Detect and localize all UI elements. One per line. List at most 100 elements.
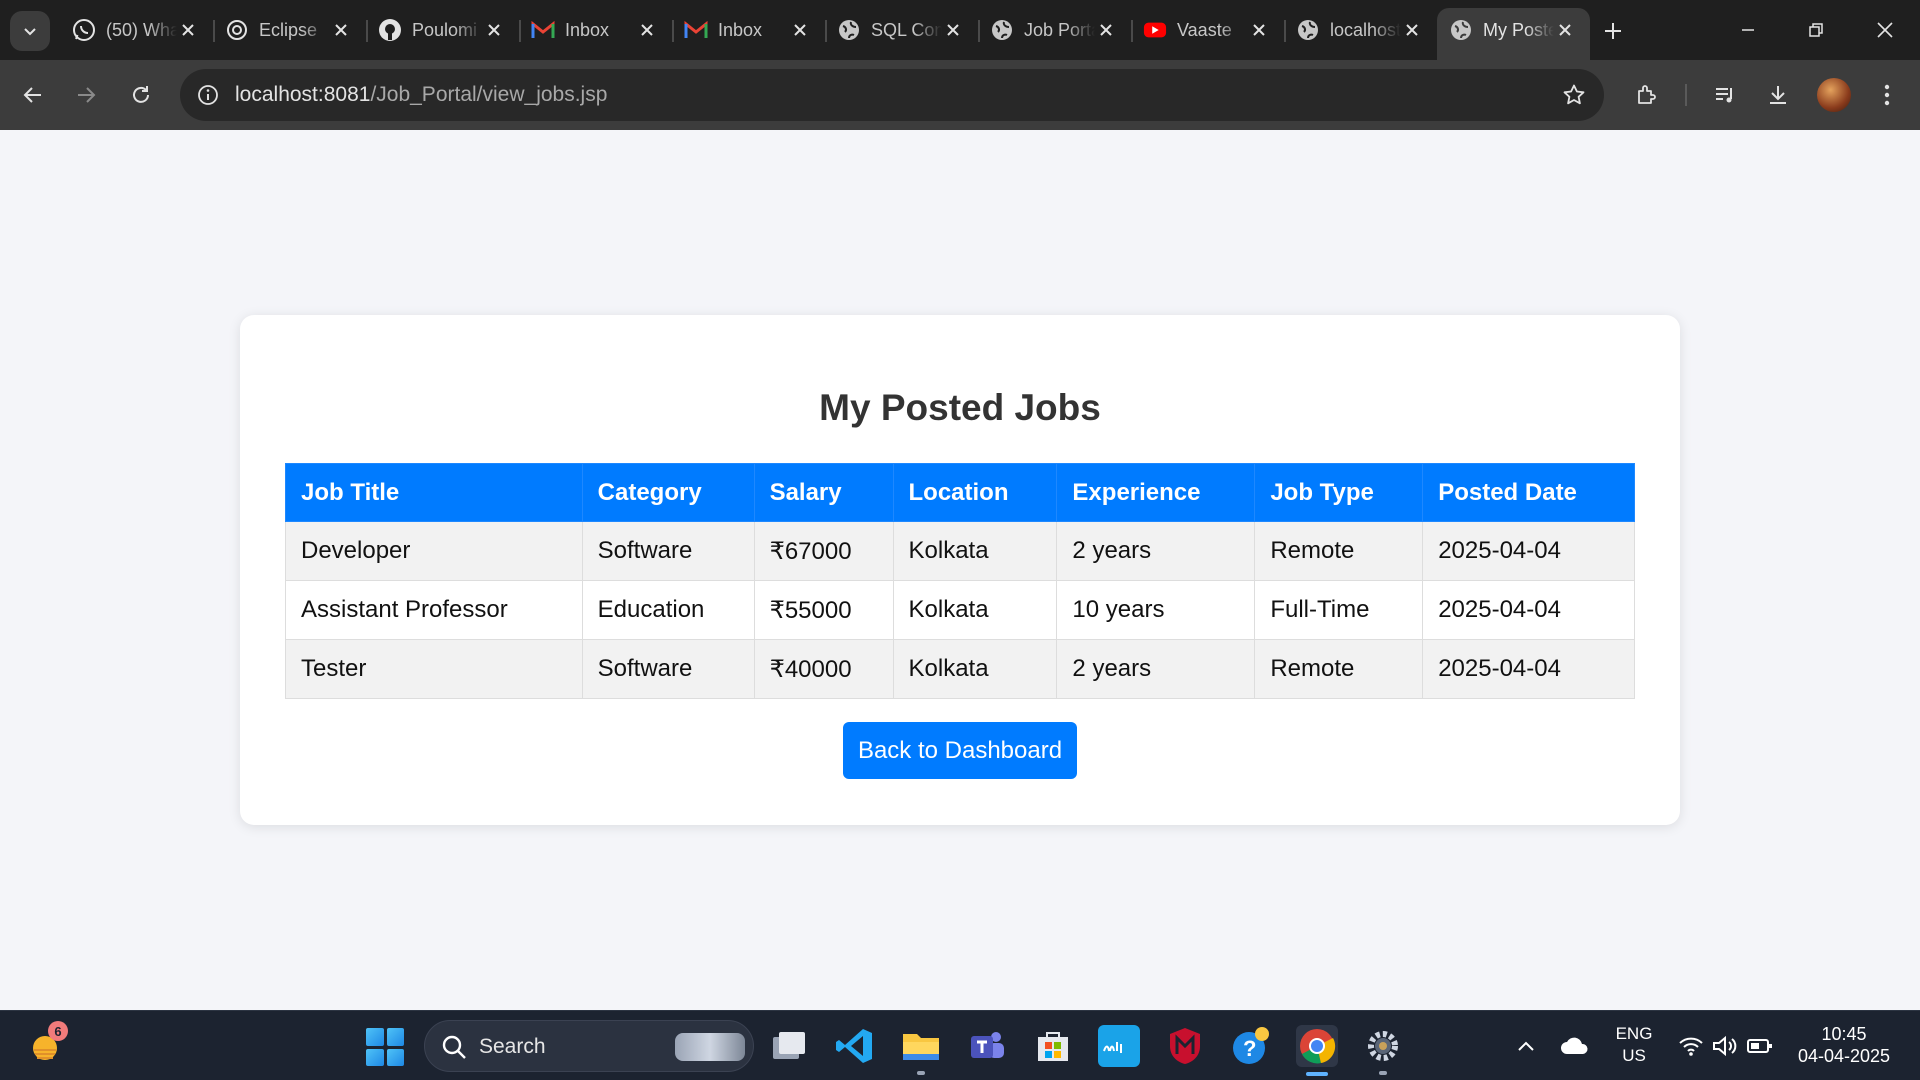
file-explorer-taskbar-icon[interactable] (900, 1025, 942, 1067)
tab-gmail-1[interactable]: Inbox (519, 8, 672, 52)
reading-list-button[interactable] (1705, 75, 1745, 115)
get-help-taskbar-icon[interactable]: ? (1230, 1025, 1272, 1067)
whatsapp-icon (72, 18, 96, 42)
close-icon[interactable] (483, 19, 505, 41)
site-info-icon[interactable] (194, 81, 222, 109)
new-tab-button[interactable] (1596, 14, 1630, 48)
column-header-job-type: Job Type (1254, 463, 1424, 522)
download-icon (1770, 86, 1786, 104)
myhp-taskbar-icon[interactable] (1098, 1025, 1140, 1067)
close-icon[interactable] (1554, 19, 1576, 41)
taskbar-search-box[interactable]: Search (424, 1020, 754, 1072)
close-icon[interactable] (942, 19, 964, 41)
task-view-icon (773, 1032, 805, 1059)
clock[interactable]: 10:45 04-04-2025 (1780, 1023, 1908, 1067)
cell-posted-date: 2025-04-04 (1422, 580, 1635, 640)
globe-icon (837, 18, 861, 42)
tab-eclipse[interactable]: Eclipse (213, 8, 366, 52)
bookmark-star-icon[interactable] (1558, 79, 1590, 111)
cell-salary: ₹55000 (753, 580, 894, 640)
tab-title: My Posted Jobs (1483, 19, 1554, 40)
close-icon[interactable] (636, 19, 658, 41)
address-bar[interactable]: localhost:8081/Job_Portal/view_jobs.jsp (180, 69, 1604, 121)
tab-title: Vaaste (1177, 19, 1232, 40)
url-text[interactable]: localhost:8081/Job_Portal/view_jobs.jsp (235, 83, 607, 107)
volume-tray-icon[interactable] (1706, 1025, 1742, 1067)
tab-title: Eclipse (259, 19, 318, 40)
back-to-dashboard-button[interactable]: Back to Dashboard (843, 722, 1077, 779)
windows-logo-tile (386, 1028, 404, 1046)
tab-localhost[interactable]: localhost (1284, 8, 1437, 52)
onedrive-tray-icon[interactable] (1554, 1025, 1596, 1067)
tab-youtube[interactable]: Vaaste (1131, 8, 1284, 52)
forward-button[interactable] (66, 75, 106, 115)
tab-search-button[interactable] (10, 11, 50, 51)
profile-avatar[interactable] (1817, 78, 1851, 112)
vscode-taskbar-icon[interactable] (834, 1025, 876, 1067)
reload-icon (133, 86, 149, 103)
globe-icon (1449, 18, 1473, 42)
tab-sql[interactable]: SQL Compiler (825, 8, 978, 52)
cell-location: Kolkata (892, 580, 1058, 640)
chevron-down-icon (24, 28, 36, 36)
restore-button[interactable] (1781, 0, 1851, 60)
tab-gmail-2[interactable]: Inbox (672, 8, 825, 52)
downloads-button[interactable] (1758, 75, 1798, 115)
toolbar-divider (1685, 84, 1687, 106)
cell-salary: ₹40000 (753, 639, 894, 699)
tab-title: Job Portal (1024, 19, 1095, 40)
more-vertical-icon (1884, 84, 1890, 106)
browser-menu-button[interactable] (1867, 75, 1907, 115)
teams-taskbar-icon[interactable] (966, 1025, 1008, 1067)
wifi-icon (1679, 1037, 1703, 1056)
globe-icon (1296, 18, 1320, 42)
tab-job-portal[interactable]: Job Portal (978, 8, 1131, 52)
battery-icon (1747, 1039, 1772, 1053)
column-header-job-title: Job Title (285, 463, 583, 522)
show-hidden-icons-button[interactable] (1506, 1025, 1546, 1067)
tab-whatsapp[interactable]: (50) WhatsApp (60, 8, 213, 52)
store-taskbar-icon[interactable] (1032, 1025, 1074, 1067)
close-icon[interactable] (330, 19, 352, 41)
github-icon (378, 18, 402, 42)
extensions-button[interactable] (1627, 75, 1667, 115)
task-view-button[interactable] (768, 1025, 810, 1067)
battery-tray-icon[interactable] (1742, 1025, 1778, 1067)
youtube-icon (1143, 18, 1167, 42)
cell-experience: 2 years (1056, 521, 1256, 581)
teams-icon (971, 1032, 1004, 1058)
back-button[interactable] (13, 75, 53, 115)
language-code: ENG (1615, 1024, 1653, 1043)
settings-taskbar-icon[interactable] (1362, 1025, 1404, 1067)
region-code: US (1622, 1046, 1646, 1065)
chevron-up-icon (1518, 1041, 1534, 1051)
wifi-tray-icon[interactable] (1671, 1025, 1711, 1067)
close-icon[interactable] (177, 19, 199, 41)
tab-title: Inbox (718, 19, 763, 40)
cell-experience: 10 years (1056, 580, 1256, 640)
running-indicator (917, 1071, 925, 1075)
tab-title: SQL Compiler (871, 19, 942, 40)
close-icon[interactable] (1401, 19, 1423, 41)
column-header-experience: Experience (1056, 463, 1256, 522)
browser-tab-strip: (50) WhatsApp Eclipse Poulomi Inbox (0, 0, 1920, 60)
active-app-indicator (1306, 1072, 1328, 1076)
globe-icon (990, 18, 1014, 42)
reload-button[interactable] (121, 75, 161, 115)
minimize-icon (1742, 29, 1754, 31)
close-icon[interactable] (1095, 19, 1117, 41)
start-button[interactable] (366, 1028, 404, 1066)
minimize-button[interactable] (1713, 0, 1783, 60)
tab-my-posted-jobs[interactable]: My Posted Jobs (1437, 8, 1590, 60)
input-language-indicator[interactable]: ENG US (1608, 1023, 1660, 1067)
page-title: My Posted Jobs (819, 387, 1101, 428)
mcafee-taskbar-icon[interactable] (1164, 1025, 1206, 1067)
arrow-left-icon (23, 87, 41, 103)
tab-title: (50) WhatsApp (106, 19, 177, 40)
chrome-taskbar-icon[interactable] (1296, 1025, 1338, 1067)
close-window-button[interactable] (1850, 0, 1920, 60)
cell-job-title: Tester (285, 639, 583, 699)
close-icon[interactable] (789, 19, 811, 41)
close-icon[interactable] (1248, 19, 1270, 41)
tab-github[interactable]: Poulomi (366, 8, 519, 52)
